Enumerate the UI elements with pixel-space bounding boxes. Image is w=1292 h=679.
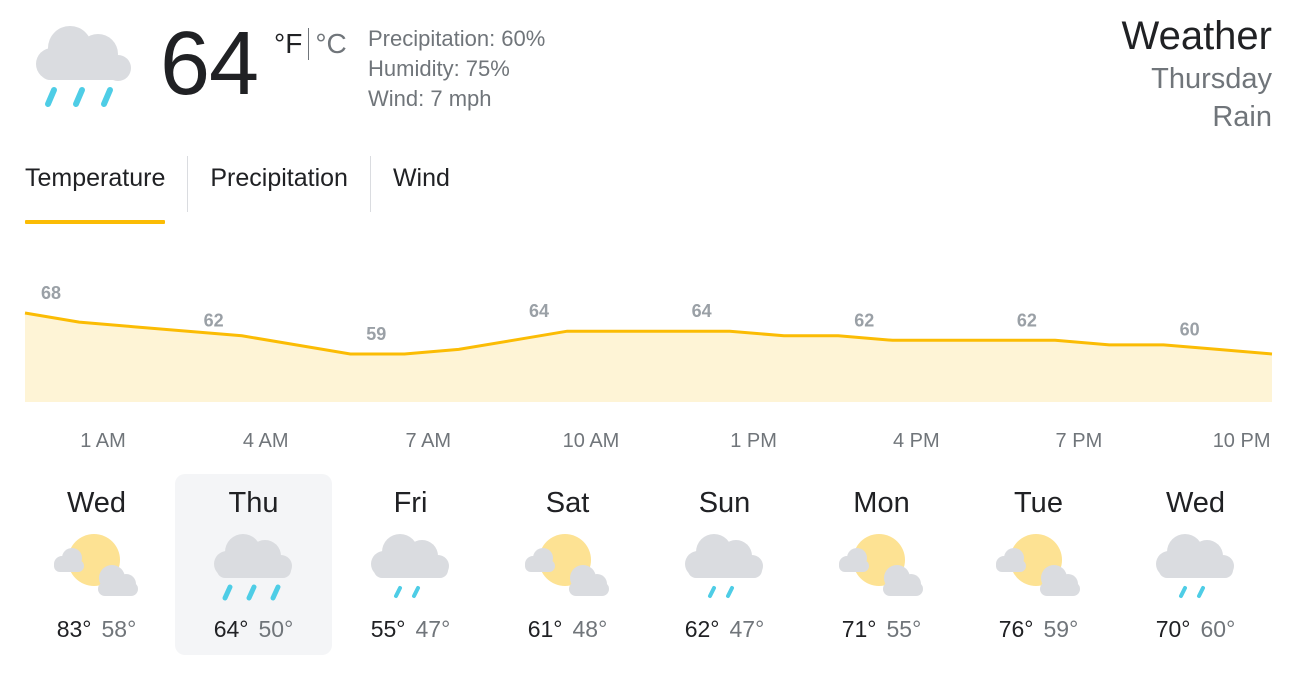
unit-divider bbox=[308, 28, 310, 60]
forecast-temps: 61° 48° bbox=[489, 614, 646, 644]
celsius-toggle[interactable]: °C bbox=[315, 26, 346, 62]
forecast-day-sat[interactable]: Sat 61° 48° bbox=[489, 474, 646, 655]
time-tick-label: 4 PM bbox=[893, 430, 940, 452]
forecast-day-label: Wed bbox=[66, 487, 127, 519]
forecast-day-label: Thu bbox=[228, 487, 279, 519]
chart-tabs: Temperature Precipitation Wind bbox=[25, 156, 472, 224]
rain-cloud-icon bbox=[28, 16, 138, 112]
forecast-day-wed-next[interactable]: Wed 70° 60° bbox=[1117, 474, 1274, 655]
forecast-day-label: Wed bbox=[1165, 487, 1226, 519]
forecast-high: 70° bbox=[1155, 616, 1191, 642]
data-label: 60 bbox=[1180, 319, 1200, 339]
forecast-high: 61° bbox=[527, 616, 563, 642]
forecast-day-sun[interactable]: Sun 62° 47° bbox=[646, 474, 803, 655]
precipitation-stat: Precipitation: 60% bbox=[368, 26, 546, 51]
unit-toggle: °F °C bbox=[274, 26, 347, 62]
forecast-temps: 62° 47° bbox=[646, 614, 803, 644]
forecast-day-label: Tue bbox=[1014, 487, 1063, 519]
current-temperature: 64 bbox=[160, 14, 259, 114]
forecast-day-tue[interactable]: Tue 76° 59° bbox=[960, 474, 1117, 655]
data-label: 62 bbox=[854, 310, 874, 330]
current-stats: Precipitation: 60% Humidity: 75% Wind: 7… bbox=[368, 24, 545, 114]
current-condition: Rain bbox=[1212, 101, 1272, 133]
wind-stat: Wind: 7 mph bbox=[368, 86, 492, 111]
forecast-temps: 70° 60° bbox=[1117, 614, 1274, 644]
data-label: 62 bbox=[1017, 310, 1037, 330]
partly-cloudy-icon bbox=[521, 530, 613, 602]
time-tick-label: 10 AM bbox=[563, 430, 620, 452]
forecast-high: 76° bbox=[998, 616, 1034, 642]
forecast-low: 48° bbox=[572, 616, 608, 642]
time-tick-label: 7 AM bbox=[406, 430, 452, 452]
forecast-low: 55° bbox=[886, 616, 922, 642]
rain-cloud-icon bbox=[207, 530, 299, 602]
forecast-day-label: Sun bbox=[698, 487, 751, 519]
forecast-temps: 71° 55° bbox=[803, 614, 960, 644]
weather-header: Weather Thursday Rain bbox=[1122, 12, 1272, 136]
forecast-low: 47° bbox=[729, 616, 765, 642]
forecast-day-label: Sat bbox=[545, 487, 590, 519]
daily-forecast: Wed 83° 58° Thu 64° 50° Fri 55° 47° Sat … bbox=[18, 474, 1274, 658]
forecast-temps: 55° 47° bbox=[332, 614, 489, 644]
forecast-temps: 83° 58° bbox=[18, 614, 175, 644]
tab-temperature[interactable]: Temperature bbox=[25, 156, 187, 224]
forecast-high: 62° bbox=[684, 616, 720, 642]
forecast-high: 71° bbox=[841, 616, 877, 642]
time-tick-label: 10 PM bbox=[1213, 430, 1271, 452]
tab-precipitation[interactable]: Precipitation bbox=[187, 156, 370, 212]
time-tick-label: 1 PM bbox=[730, 430, 777, 452]
forecast-low: 60° bbox=[1200, 616, 1236, 642]
forecast-high: 64° bbox=[213, 616, 249, 642]
temperature-chart: 68 62 59 64 64 62 62 60 1 AM 4 AM 7 AM 10 AM 1 PM 4 P… bbox=[24, 283, 1273, 452]
forecast-day-wed[interactable]: Wed 83° 58° bbox=[18, 474, 175, 655]
forecast-temps: 64° 50° bbox=[175, 614, 332, 644]
page-title: Weather bbox=[1121, 14, 1272, 58]
data-label: 64 bbox=[692, 301, 712, 321]
data-label: 62 bbox=[204, 310, 224, 330]
fahrenheit-toggle[interactable]: °F bbox=[274, 26, 302, 62]
forecast-day-mon[interactable]: Mon 71° 55° bbox=[803, 474, 960, 655]
showers-icon bbox=[678, 530, 770, 602]
current-day: Thursday bbox=[1151, 63, 1272, 95]
humidity-stat: Humidity: 75% bbox=[368, 56, 510, 81]
data-label: 59 bbox=[366, 324, 386, 344]
forecast-high: 83° bbox=[56, 616, 92, 642]
forecast-low: 59° bbox=[1043, 616, 1079, 642]
forecast-day-fri[interactable]: Fri 55° 47° bbox=[332, 474, 489, 655]
tab-wind[interactable]: Wind bbox=[369, 156, 472, 212]
forecast-low: 58° bbox=[101, 616, 137, 642]
forecast-day-label: Mon bbox=[853, 487, 910, 519]
forecast-temps: 76° 59° bbox=[960, 614, 1117, 644]
data-label: 64 bbox=[529, 301, 549, 321]
forecast-low: 50° bbox=[258, 616, 294, 642]
time-tick-label: 4 AM bbox=[243, 430, 289, 452]
showers-icon bbox=[364, 530, 456, 602]
partly-cloudy-icon bbox=[992, 530, 1084, 602]
partly-cloudy-icon bbox=[50, 530, 142, 602]
forecast-low: 47° bbox=[415, 616, 451, 642]
data-label: 68 bbox=[41, 283, 61, 303]
forecast-day-thu[interactable]: Thu 64° 50° bbox=[175, 474, 332, 655]
partly-cloudy-icon bbox=[835, 530, 927, 602]
forecast-day-label: Fri bbox=[393, 487, 428, 519]
forecast-high: 55° bbox=[370, 616, 406, 642]
time-tick-label: 1 AM bbox=[80, 430, 126, 452]
time-tick-label: 7 PM bbox=[1056, 430, 1103, 452]
showers-icon bbox=[1149, 530, 1241, 602]
